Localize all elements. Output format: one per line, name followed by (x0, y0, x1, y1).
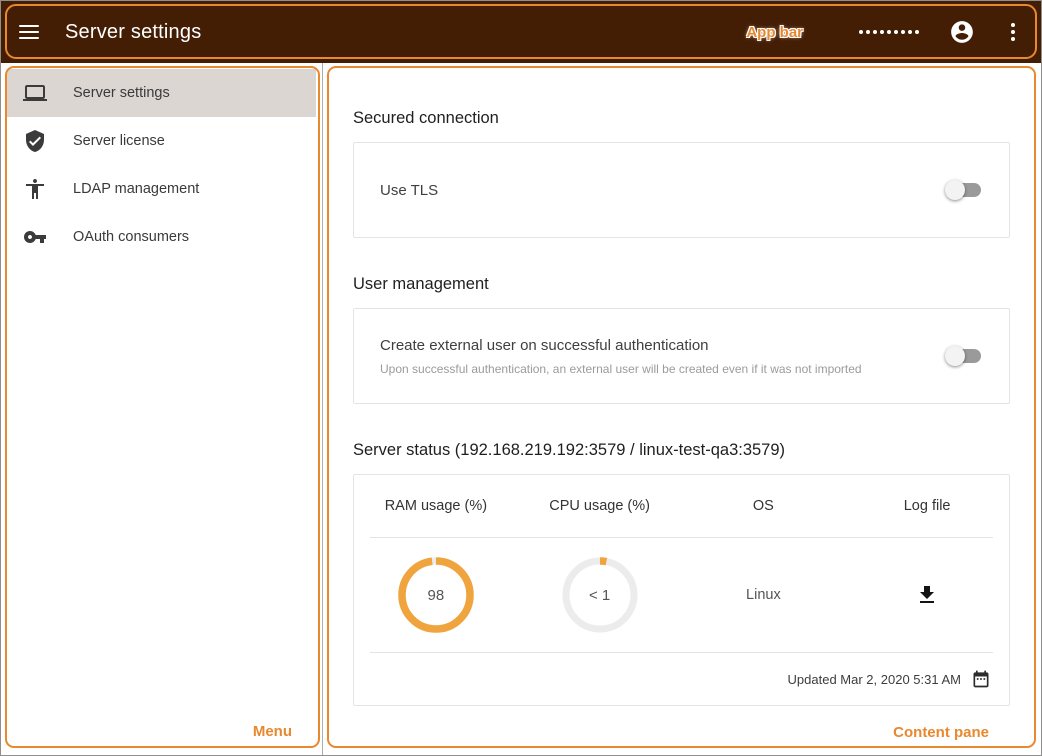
column-header-ram: RAM usage (%) (385, 498, 487, 514)
create-external-user-description: Upon successful authentication, an exter… (380, 362, 862, 376)
sidebar-item-label: Server settings (73, 85, 170, 101)
column-header-os: OS (753, 498, 774, 514)
sidebar-item-server-license[interactable]: Server license (7, 117, 316, 165)
secured-connection-card: Use TLS (353, 142, 1010, 238)
content-pane: Secured connection Use TLS User manageme… (323, 63, 1041, 755)
sidebar-menu: Server settings Server license LDAP mana… (1, 63, 323, 755)
status-footer: Updated Mar 2, 2020 5:31 AM (354, 653, 1009, 705)
shield-check-icon (23, 129, 47, 153)
account-icon[interactable] (949, 19, 975, 45)
laptop-icon (23, 81, 47, 105)
ram-usage-gauge: 98 (397, 556, 475, 634)
apps-grid-icon[interactable] (859, 30, 919, 34)
sidebar-item-server-settings[interactable]: Server settings (7, 69, 316, 117)
page-title: Server settings (65, 21, 201, 44)
log-file-download-button[interactable] (915, 583, 939, 607)
section-heading-secured-connection: Secured connection (353, 109, 1010, 128)
ram-usage-value: 98 (397, 556, 475, 634)
cpu-usage-gauge: < 1 (561, 556, 639, 634)
toggle-thumb (945, 180, 965, 200)
menu-icon[interactable] (19, 25, 39, 39)
create-external-user-toggle[interactable] (945, 346, 983, 366)
os-value: Linux (746, 587, 781, 603)
toggle-thumb (945, 346, 965, 366)
person-hierarchy-icon (23, 177, 47, 201)
use-tls-toggle[interactable] (945, 180, 983, 200)
key-icon (23, 225, 47, 249)
download-icon (915, 583, 939, 607)
status-table-header: RAM usage (%) CPU usage (%) OS Log file (354, 475, 1009, 537)
menu-annotation: Menu (253, 723, 292, 740)
sidebar-item-label: Server license (73, 133, 165, 149)
user-management-card: Create external user on successful authe… (353, 308, 1010, 404)
appbar-annotation: App bar (746, 24, 803, 41)
sidebar-item-ldap-management[interactable]: LDAP management (7, 165, 316, 213)
create-external-user-label: Create external user on successful authe… (380, 337, 862, 354)
app-bar: Server settings App bar (1, 1, 1041, 63)
cpu-usage-value: < 1 (561, 556, 639, 634)
sidebar-item-oauth-consumers[interactable]: OAuth consumers (7, 213, 316, 261)
column-header-cpu: CPU usage (%) (549, 498, 650, 514)
content-pane-annotation: Content pane (893, 724, 989, 741)
section-heading-server-status: Server status (192.168.219.192:3579 / li… (353, 441, 1010, 460)
column-header-logfile: Log file (904, 498, 951, 514)
status-table-row: 98 < 1 Linux (354, 538, 1009, 652)
sidebar-item-label: OAuth consumers (73, 229, 189, 245)
screen: Server settings App bar Se (0, 0, 1042, 756)
section-heading-user-management: User management (353, 275, 1010, 294)
use-tls-label: Use TLS (380, 182, 438, 199)
updated-timestamp: Updated Mar 2, 2020 5:31 AM (788, 672, 961, 687)
server-status-card: RAM usage (%) CPU usage (%) OS Log file … (353, 474, 1010, 706)
kebab-menu-icon[interactable] (1005, 21, 1021, 43)
calendar-icon[interactable] (971, 669, 991, 689)
sidebar-item-label: LDAP management (73, 181, 199, 197)
